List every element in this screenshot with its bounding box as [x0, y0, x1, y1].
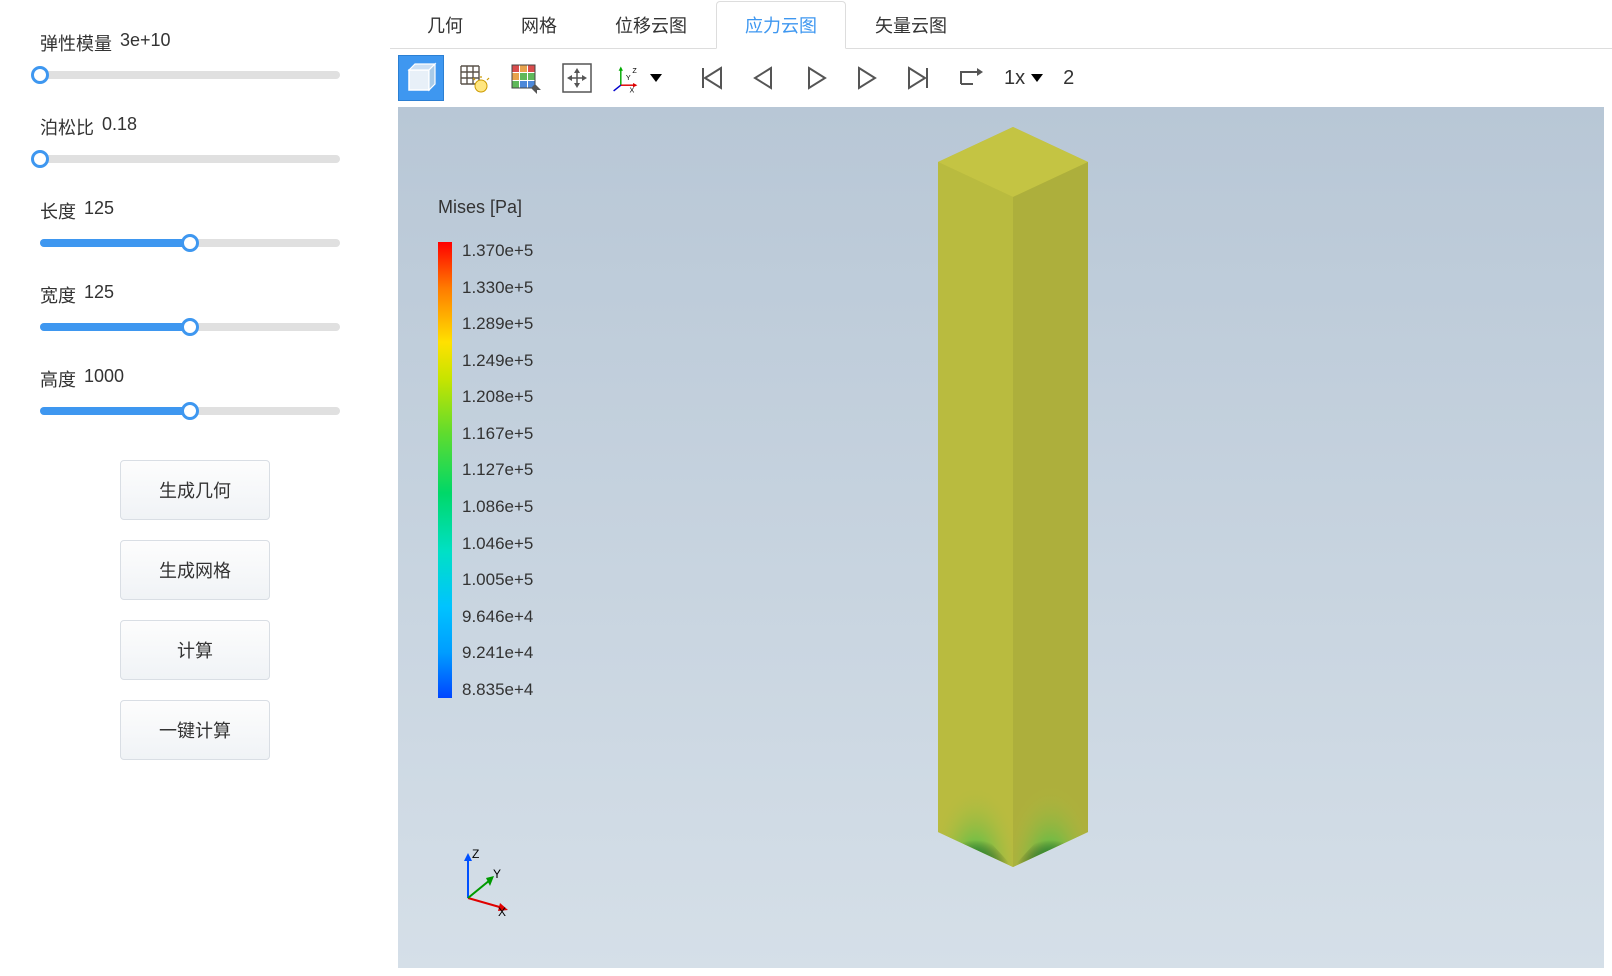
- viewport[interactable]: Mises [Pa] 1.370e+5 1.330e+5 1.289e+5 1.249…: [398, 107, 1604, 968]
- next-frame-button[interactable]: [844, 55, 890, 101]
- slider-thumb[interactable]: [181, 402, 199, 420]
- legend-value: 1.167e+5: [462, 425, 533, 442]
- legend-value: 8.835e+4: [462, 681, 533, 698]
- color-legend: Mises [Pa] 1.370e+5 1.330e+5 1.289e+5 1.249…: [438, 197, 533, 698]
- slider-thumb[interactable]: [181, 234, 199, 252]
- chevron-down-icon: [1031, 74, 1043, 82]
- param-value: 1000: [84, 366, 124, 392]
- legend-bar: [438, 242, 452, 698]
- tab-4[interactable]: 矢量云图: [846, 1, 976, 49]
- first-frame-button[interactable]: [688, 55, 734, 101]
- legend-value: 9.241e+4: [462, 644, 533, 661]
- action-button-0[interactable]: 生成几何: [120, 460, 270, 520]
- svg-text:Z: Z: [632, 66, 637, 75]
- grid-light-button[interactable]: [450, 55, 496, 101]
- slider-thumb[interactable]: [181, 318, 199, 336]
- model-render: [938, 127, 1088, 867]
- speed-selector[interactable]: 1x: [1004, 67, 1043, 90]
- param-0: 弹性模量 3e+10: [40, 30, 350, 79]
- tab-0[interactable]: 几何: [398, 1, 492, 49]
- last-frame-button[interactable]: [896, 55, 942, 101]
- param-value: 0.18: [102, 114, 137, 140]
- legend-value: 1.086e+5: [462, 498, 533, 515]
- param-2: 长度 125: [40, 198, 350, 247]
- tab-2[interactable]: 位移云图: [586, 1, 716, 49]
- legend-value: 1.127e+5: [462, 461, 533, 478]
- slider[interactable]: [40, 71, 340, 79]
- param-label: 长度: [40, 198, 76, 224]
- action-button-1[interactable]: 生成网格: [120, 540, 270, 600]
- slider[interactable]: [40, 239, 340, 247]
- param-value: 3e+10: [120, 30, 171, 56]
- param-label: 弹性模量: [40, 30, 112, 56]
- slider-thumb[interactable]: [31, 66, 49, 84]
- svg-text:X: X: [498, 905, 506, 918]
- legend-value: 1.046e+5: [462, 535, 533, 552]
- legend-value: 1.330e+5: [462, 279, 533, 296]
- legend-value: 9.646e+4: [462, 608, 533, 625]
- frame-number: 2: [1063, 67, 1074, 90]
- slider[interactable]: [40, 155, 340, 163]
- param-value: 125: [84, 282, 114, 308]
- slider[interactable]: [40, 407, 340, 415]
- move-button[interactable]: [554, 55, 600, 101]
- main-panel: 几何网格位移云图应力云图矢量云图: [390, 0, 1612, 976]
- axis-picker-button[interactable]: Z Y X: [606, 55, 666, 101]
- legend-value: 1.208e+5: [462, 388, 533, 405]
- legend-value: 1.289e+5: [462, 315, 533, 332]
- toolbar: Z Y X 1x 2: [390, 49, 1612, 107]
- slider[interactable]: [40, 323, 340, 331]
- grid-color-button[interactable]: [502, 55, 548, 101]
- axes-triad: Z Y X: [448, 848, 518, 918]
- tabs: 几何网格位移云图应力云图矢量云图: [390, 0, 1612, 49]
- svg-text:X: X: [629, 85, 634, 94]
- param-1: 泊松比 0.18: [40, 114, 350, 163]
- legend-value: 1.249e+5: [462, 352, 533, 369]
- loop-button[interactable]: [948, 55, 994, 101]
- action-button-3[interactable]: 一键计算: [120, 700, 270, 760]
- param-4: 高度 1000: [40, 366, 350, 415]
- param-value: 125: [84, 198, 114, 224]
- svg-text:Y: Y: [626, 73, 631, 82]
- play-button[interactable]: [792, 55, 838, 101]
- action-button-2[interactable]: 计算: [120, 620, 270, 680]
- svg-text:Z: Z: [472, 848, 479, 861]
- legend-value: 1.005e+5: [462, 571, 533, 588]
- legend-title: Mises [Pa]: [438, 197, 533, 218]
- prev-frame-button[interactable]: [740, 55, 786, 101]
- legend-value: 1.370e+5: [462, 242, 533, 259]
- speed-value: 1x: [1004, 67, 1025, 90]
- param-label: 高度: [40, 366, 76, 392]
- param-3: 宽度 125: [40, 282, 350, 331]
- slider-thumb[interactable]: [31, 150, 49, 168]
- tab-1[interactable]: 网格: [492, 1, 586, 49]
- param-label: 泊松比: [40, 114, 94, 140]
- cube-view-button[interactable]: [398, 55, 444, 101]
- param-label: 宽度: [40, 282, 76, 308]
- sidebar: 弹性模量 3e+10 泊松比 0.18 长度 125 宽度 125 高度 100…: [0, 0, 390, 976]
- tab-3[interactable]: 应力云图: [716, 1, 846, 49]
- svg-text:Y: Y: [493, 867, 501, 881]
